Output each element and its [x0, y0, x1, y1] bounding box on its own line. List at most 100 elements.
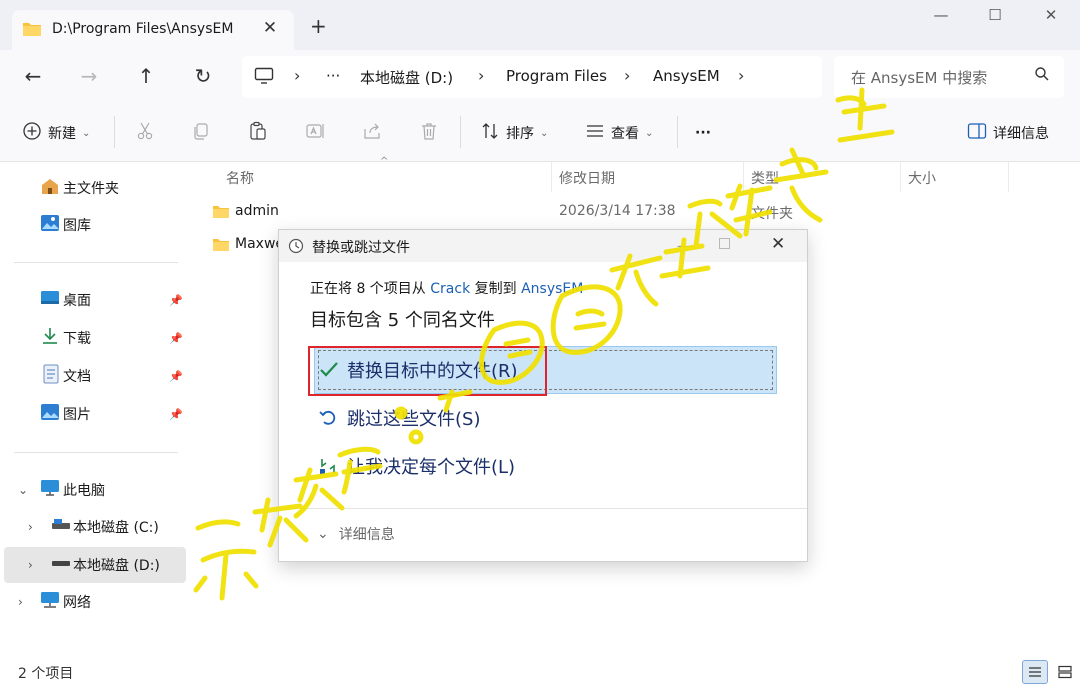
forward-button[interactable]: → — [74, 62, 104, 92]
search-input[interactable]: 在 AnsysEM 中搜索 — [851, 67, 987, 88]
sidebar-item-desktop[interactable]: 桌面 📌 — [4, 282, 186, 318]
target-folder-link[interactable]: AnsysEM — [521, 281, 583, 297]
tab-title: D:\Program Files\AnsysEM — [52, 21, 234, 37]
address-row: ← → ↑ ↻ › ··· 本地磁盘 (D:) › Program Files … — [0, 50, 1080, 104]
chevron-right-icon: › — [18, 595, 23, 609]
file-name: Maxwe — [235, 236, 285, 252]
chevron-right-icon: › — [738, 66, 745, 85]
tab-current[interactable]: D:\Program Files\AnsysEM ✕ — [12, 10, 294, 50]
decide-each-option[interactable]: 让我决定每个文件(L) — [319, 450, 515, 482]
drive-icon — [51, 518, 71, 536]
column-divider — [1008, 162, 1009, 192]
pin-icon: 📌 — [169, 331, 183, 345]
refresh-button[interactable]: ↻ — [188, 62, 218, 92]
breadcrumb-ansysem[interactable]: AnsysEM — [653, 67, 720, 85]
search-box[interactable]: 在 AnsysEM 中搜索 — [834, 56, 1064, 98]
sidebar-item-network[interactable]: › 网络 — [4, 584, 186, 620]
dialog-heading: 目标包含 5 个同名文件 — [310, 310, 495, 331]
clock-icon — [288, 238, 304, 258]
column-header-name[interactable]: 名称 — [226, 168, 254, 188]
chevron-right-icon: › — [28, 520, 33, 534]
new-button[interactable]: 新建 ⌄ — [22, 120, 90, 146]
sidebar-item-gallery[interactable]: 图库 — [4, 207, 186, 243]
minimize-button[interactable]: — — [926, 6, 956, 30]
pin-icon: 📌 — [169, 369, 183, 383]
drive-icon — [51, 556, 71, 574]
rename-button[interactable] — [305, 120, 325, 146]
view-button[interactable]: 查看 ⌄ — [585, 120, 653, 146]
dialog-title-bar: 替换或跳过文件 — ✕ — [279, 230, 807, 262]
details-pane-button[interactable]: 详细信息 — [967, 120, 1049, 146]
sort-ascending-icon: ^ — [380, 156, 389, 167]
tiles-view-button[interactable] — [1052, 660, 1078, 684]
skip-files-option[interactable]: 跳过这些文件(S) — [319, 402, 480, 434]
home-icon — [40, 177, 60, 199]
sidebar-item-documents[interactable]: 文档 📌 — [4, 358, 186, 394]
column-divider — [551, 162, 552, 192]
file-type: 文件夹 — [751, 206, 793, 222]
copy-button[interactable] — [191, 120, 211, 146]
up-button[interactable]: ↑ — [131, 62, 161, 92]
dialog-maximize-button[interactable] — [719, 238, 730, 249]
chevron-right-icon: › — [28, 558, 33, 572]
sidebar-divider — [14, 452, 178, 453]
sidebar-item-label: 此电脑 — [63, 483, 105, 499]
dialog-title: 替换或跳过文件 — [312, 240, 410, 256]
close-window-button[interactable]: ✕ — [1036, 6, 1066, 30]
dialog-minimize-button[interactable]: — — [677, 236, 693, 255]
sidebar-item-drive-c[interactable]: › 本地磁盘 (C:) — [4, 509, 186, 545]
breadcrumb-more[interactable]: ··· — [326, 67, 340, 85]
more-options-button[interactable]: ··· — [695, 120, 711, 146]
file-row[interactable]: admin 2026/3/14 17:38 文件夹 — [208, 198, 1048, 228]
sidebar-item-this-pc[interactable]: ⌄ 此电脑 — [4, 472, 186, 508]
sidebar-item-label: 图片 — [63, 407, 91, 423]
download-icon — [40, 327, 60, 349]
details-pane-icon — [967, 122, 987, 144]
cut-button[interactable] — [135, 120, 155, 146]
sort-button[interactable]: 排序 ⌄ — [480, 120, 548, 146]
gallery-icon — [40, 214, 60, 236]
breadcrumb-program-files[interactable]: Program Files — [506, 67, 607, 85]
pictures-icon — [40, 403, 60, 425]
tab-close-button[interactable]: ✕ — [260, 18, 280, 38]
new-tab-button[interactable]: + — [310, 16, 327, 36]
folder-icon — [212, 237, 230, 256]
sidebar-item-home[interactable]: 主文件夹 — [4, 170, 186, 206]
back-button[interactable]: ← — [18, 62, 48, 92]
tab-strip: D:\Program Files\AnsysEM ✕ + — ☐ ✕ — [0, 0, 1080, 50]
breadcrumb-drive-d[interactable]: 本地磁盘 (D:) — [360, 67, 453, 88]
this-pc-icon — [40, 479, 60, 501]
sidebar-item-downloads[interactable]: 下载 📌 — [4, 320, 186, 356]
sidebar-item-pictures[interactable]: 图片 📌 — [4, 396, 186, 432]
toolbar-divider — [677, 116, 678, 148]
maximize-button[interactable]: ☐ — [980, 6, 1010, 30]
file-name: admin — [235, 203, 279, 219]
copy-middle: 复制到 — [474, 281, 517, 297]
paste-button[interactable] — [248, 120, 268, 146]
source-folder-link[interactable]: Crack — [430, 281, 470, 297]
column-header-size[interactable]: 大小 — [908, 168, 936, 188]
column-divider — [900, 162, 901, 192]
sidebar-item-label: 网络 — [63, 595, 91, 611]
view-label: 查看 — [611, 126, 639, 142]
command-bar: 新建 ⌄ 排序 ⌄ 查看 ⌄ ··· 详细信息 — [0, 104, 1080, 162]
column-divider — [743, 162, 744, 192]
network-icon — [40, 591, 60, 613]
column-header-date[interactable]: 修改日期 — [559, 168, 615, 188]
share-button[interactable] — [362, 120, 382, 146]
red-highlight-box — [308, 346, 547, 396]
dialog-close-button[interactable]: ✕ — [771, 234, 785, 254]
column-header-type[interactable]: 类型 — [751, 168, 779, 188]
sort-icon — [480, 121, 500, 145]
breadcrumb[interactable]: › ··· 本地磁盘 (D:) › Program Files › AnsysE… — [242, 56, 822, 98]
sidebar-divider — [14, 262, 178, 263]
chevron-down-icon: ⌄ — [18, 483, 29, 497]
more-details-toggle[interactable]: ⌄ 详细信息 — [317, 524, 395, 544]
sidebar-item-drive-d[interactable]: › 本地磁盘 (D:) — [4, 547, 186, 583]
paste-icon — [248, 121, 268, 145]
delete-button[interactable] — [419, 120, 439, 146]
copy-icon — [191, 121, 211, 145]
status-bar: 2 个项目 — [0, 652, 1080, 687]
navigation-pane: 主文件夹 图库 桌面 📌 下载 📌 文档 📌 图片 📌 ⌄ 此电脑 › 本地磁盘… — [0, 162, 192, 652]
details-view-button[interactable] — [1022, 660, 1048, 684]
